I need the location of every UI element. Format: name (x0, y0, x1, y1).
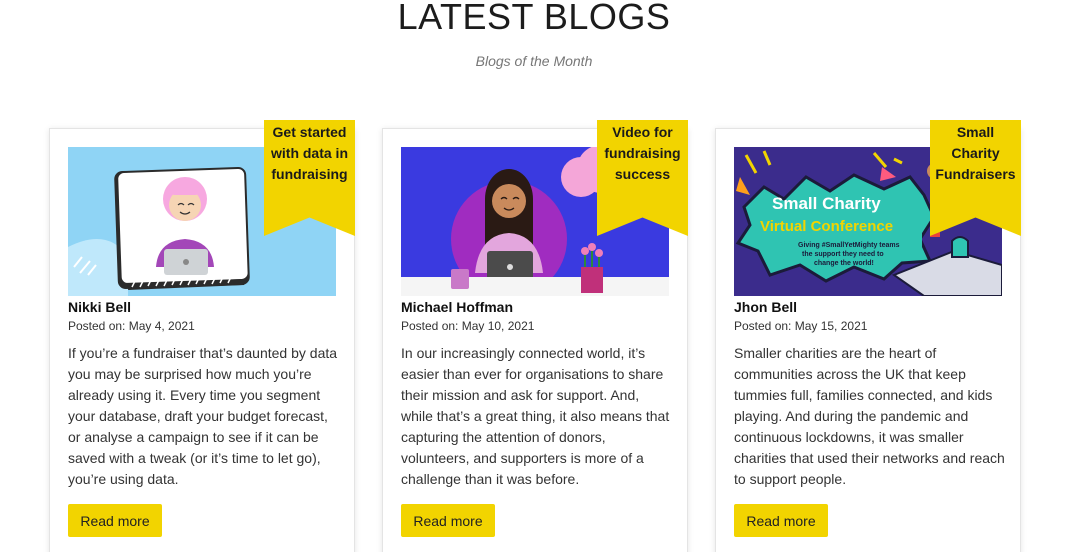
author-name: Michael Hoffman (401, 299, 514, 315)
ribbon-line: Fundraisers (935, 166, 1016, 182)
ribbon-line: Video for (612, 124, 673, 140)
conference-title: Small Charity (772, 194, 881, 213)
read-more-button[interactable]: Read more (734, 504, 828, 537)
blog-card: Small Charity Virtual Conference Giving … (715, 120, 1021, 552)
conference-tagline: the support they need to (802, 251, 884, 258)
blog-card: Get started with data in fundraising Nik… (49, 120, 355, 552)
post-date: Posted on: May 10, 2021 (401, 319, 535, 333)
blog-excerpt: In our increasingly connected world, it’… (401, 345, 670, 487)
author-name: Nikki Bell (68, 299, 132, 315)
blog-excerpt: Smaller charities are the heart of commu… (734, 345, 1005, 487)
ribbon-line: with data in (271, 145, 348, 161)
ribbon-line: fundraising (271, 166, 348, 182)
post-date: Posted on: May 4, 2021 (68, 319, 195, 333)
ribbon-line: Charity (951, 145, 1000, 161)
section-subtitle: Blogs of the Month (475, 53, 593, 69)
post-date: Posted on: May 15, 2021 (734, 319, 868, 333)
section-title: LATEST BLOGS (397, 0, 671, 37)
author-name: Jhon Bell (734, 299, 798, 315)
conference-tagline: Giving #SmallYetMighty teams (798, 242, 900, 249)
conference-tagline: change the world! (814, 260, 874, 267)
conference-subtitle: Virtual Conference (760, 218, 893, 235)
read-more-button[interactable]: Read more (401, 504, 495, 537)
blog-card: Video for fundraising success Michael Ho… (382, 120, 688, 552)
blog-excerpt: If you’re a fundraiser that’s daunted by… (68, 345, 338, 487)
ribbon-line: fundraising (604, 145, 681, 161)
ribbon-line: Get started (272, 124, 347, 140)
ribbon-line: success (614, 166, 671, 182)
ribbon-line: Small (956, 124, 995, 140)
read-more-button[interactable]: Read more (68, 504, 162, 537)
